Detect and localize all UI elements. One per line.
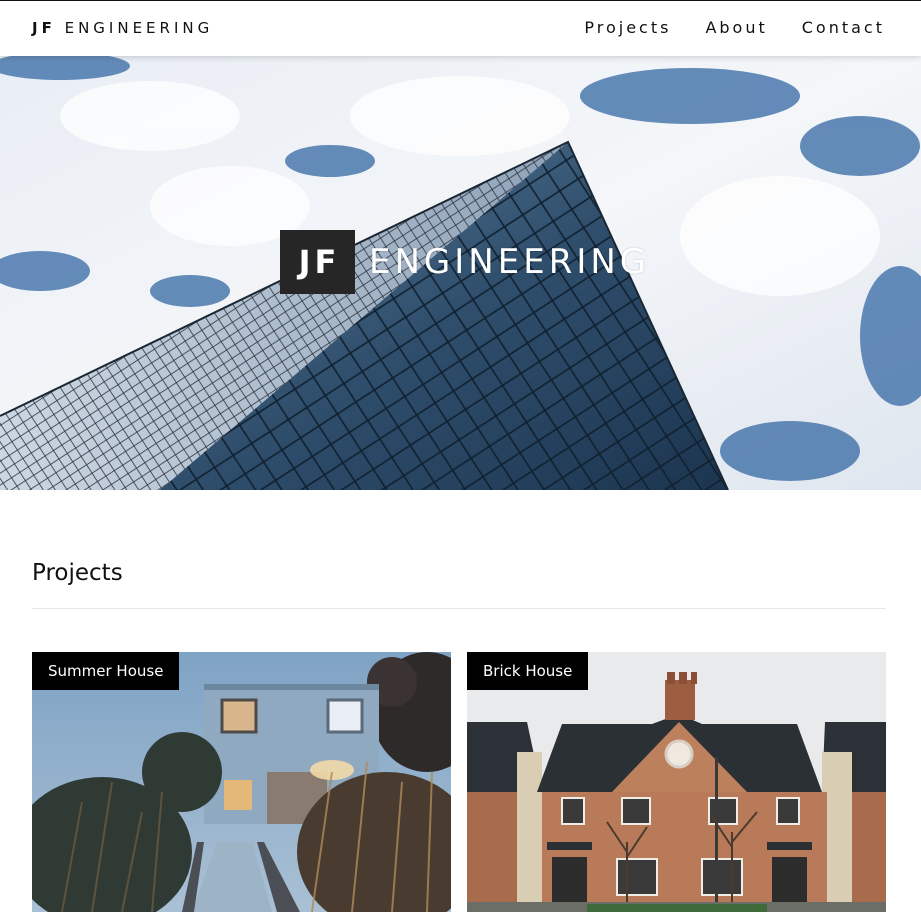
card-label: Summer House [32,652,180,690]
summer-house-image [32,652,451,912]
projects-heading: Projects [32,560,123,586]
nav-link-contact[interactable]: Contact [802,18,885,37]
brand-name: ENGINEERING [64,19,214,37]
project-card-summer-house[interactable]: Summer House [32,652,451,912]
top-navbar: JF ENGINEERING Projects About Contact [0,0,921,56]
section-divider [32,608,886,609]
project-card-brick-house[interactable]: Brick House [467,652,886,912]
hero-heading: ENGINEERING [369,242,651,282]
nav-link-projects[interactable]: Projects [584,18,671,37]
main-nav: Projects About Contact [584,18,885,37]
card-label: Brick House [467,652,589,690]
brand-initials: JF [32,19,56,37]
hero-banner: JF ENGINEERING [0,56,921,490]
brand-logo-link[interactable]: JF ENGINEERING [32,19,213,37]
nav-link-about[interactable]: About [705,18,767,37]
hero-badge: JF [280,230,355,294]
hero-title: JF ENGINEERING [280,230,650,294]
brick-house-image [467,652,886,912]
